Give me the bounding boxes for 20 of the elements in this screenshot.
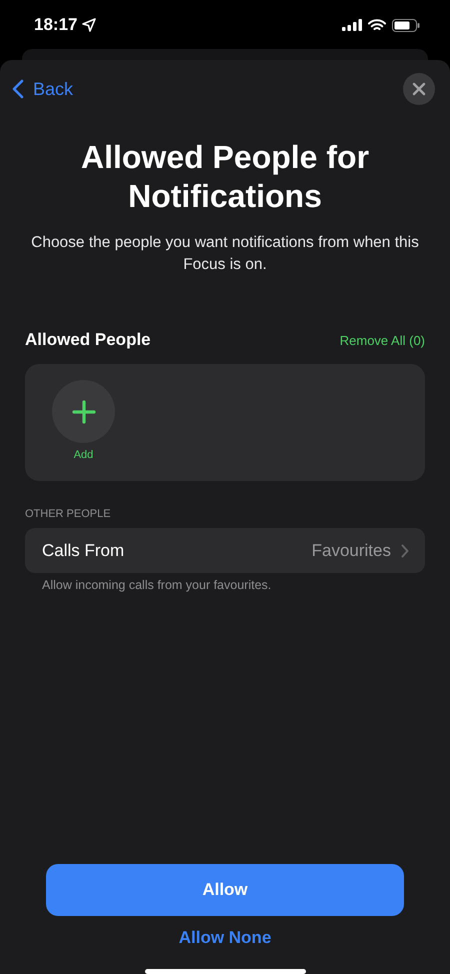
close-icon — [412, 82, 426, 96]
close-button[interactable] — [403, 73, 435, 105]
clock-time: 18:17 — [34, 15, 78, 35]
back-button[interactable]: Back — [12, 78, 74, 100]
allow-none-link[interactable]: Allow None — [178, 928, 272, 948]
chevron-right-icon — [401, 544, 409, 558]
settings-row[interactable]: Calls From Favourites — [25, 528, 425, 573]
section-header: Allowed People — [25, 330, 151, 350]
signal-icon — [342, 19, 362, 31]
section-header: OTHER PEOPLE — [25, 508, 112, 520]
location-arrow-icon — [82, 18, 96, 32]
footer-note: Allow incoming calls from your favourites. — [42, 578, 272, 592]
battery-icon — [392, 18, 420, 32]
chevron-left-icon — [12, 79, 24, 99]
wifi-icon — [368, 18, 386, 32]
subtitle-text: Choose the people you want notifications from when this Focus is on. — [30, 233, 420, 275]
page-title: Allowed People for Notifications — [80, 138, 370, 216]
plus-icon — [72, 400, 96, 424]
remove-all-link[interactable]: Remove All (0) — [340, 333, 425, 348]
allow-button[interactable]: Allow — [46, 864, 404, 916]
